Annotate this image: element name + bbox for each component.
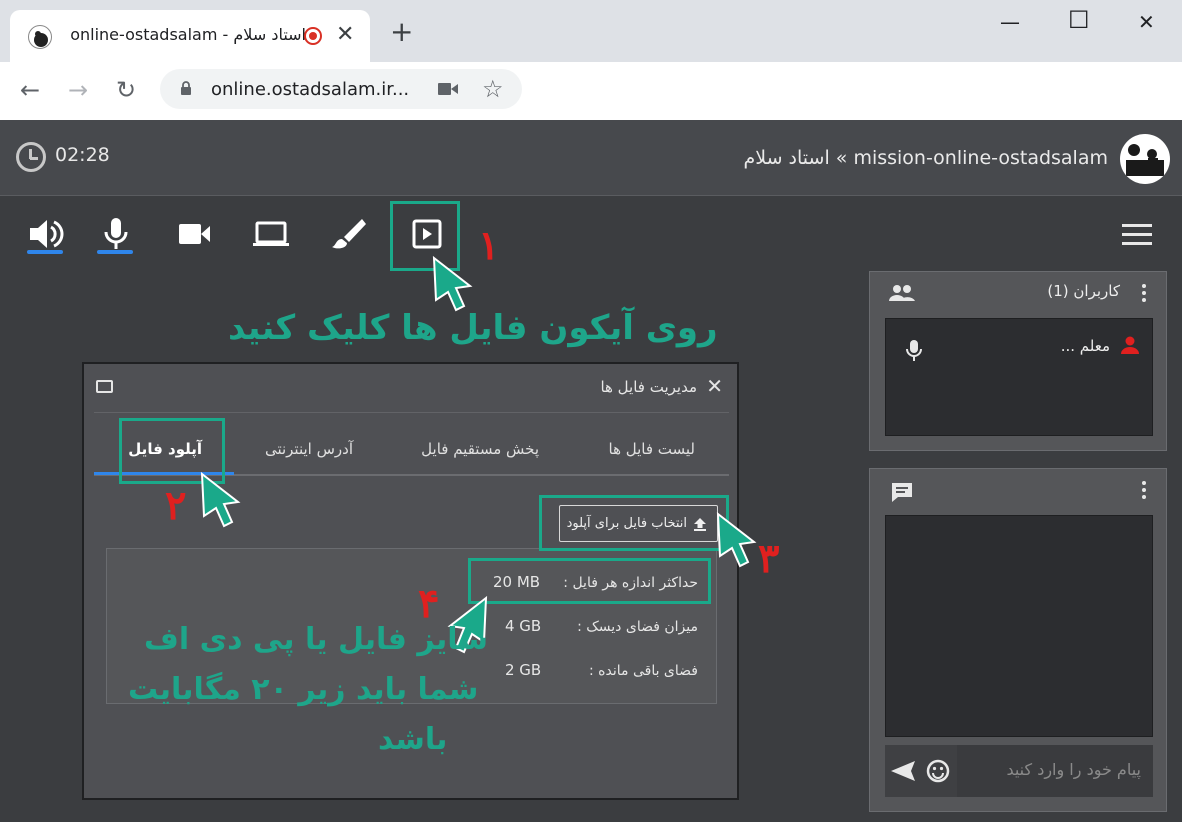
url-text: online.ostadsalam.ir... — [211, 79, 410, 100]
users-group-icon — [889, 285, 915, 301]
chat-bubble-icon — [892, 483, 912, 502]
users-panel-title: کاربران (1) — [1047, 282, 1120, 300]
users-panel-more-icon[interactable] — [1142, 284, 1146, 302]
reload-icon[interactable]: ↻ — [116, 76, 136, 104]
recording-indicator-icon — [304, 27, 322, 45]
tab-live-file[interactable]: پخش مستقیم فایل — [421, 440, 539, 458]
tab-title: استاد سلام - online-ostadsalam — [70, 25, 306, 44]
chat-input-placeholder: پیام خود را وارد کنید — [1006, 760, 1141, 779]
user-person-icon — [1121, 336, 1139, 354]
chat-panel: پیام خود را وارد کنید — [869, 468, 1167, 812]
new-tab-button[interactable]: + — [390, 18, 413, 46]
chat-message-input[interactable]: پیام خود را وارد کنید — [957, 745, 1153, 797]
speaker-active-indicator — [27, 250, 63, 254]
chat-messages — [885, 515, 1153, 737]
session-timer: 02:28 — [55, 144, 110, 166]
annotation-step-2: ۲ — [165, 482, 187, 529]
disk-space-value: 4 GB — [505, 617, 542, 635]
annotation-cursor-arrow-icon — [200, 472, 241, 528]
bookmark-star-icon[interactable]: ☆ — [482, 75, 504, 103]
annotation-cursor-arrow-icon — [432, 256, 473, 312]
chat-panel-more-icon[interactable] — [1142, 481, 1146, 499]
remaining-space-label: فضای باقی مانده : — [589, 663, 698, 679]
folder-icon — [96, 380, 113, 393]
whiteboard-brush-icon[interactable] — [328, 216, 368, 252]
speaker-icon[interactable] — [26, 216, 66, 252]
annotation-step-1-text: روی آیکون فایل ها کلیک کنید — [228, 308, 718, 348]
microphone-active-indicator — [97, 250, 133, 254]
annotation-highlight-upload-button — [539, 495, 729, 551]
app-header: 02:28 استاد سلام « mission-online-ostads… — [0, 120, 1182, 196]
user-row[interactable]: معلم ... — [886, 331, 1152, 361]
microphone-icon[interactable] — [96, 216, 136, 252]
tab-close-icon[interactable]: ✕ — [336, 22, 354, 47]
disk-space-label: میزان فضای دیسک : — [577, 619, 698, 635]
site-favicon-icon — [28, 25, 52, 49]
dialog-close-icon[interactable]: ✕ — [706, 374, 723, 398]
clock-icon — [16, 142, 46, 172]
menu-icon[interactable] — [1122, 224, 1152, 246]
lock-icon — [181, 81, 191, 95]
users-list: معلم ... — [885, 318, 1153, 436]
annotation-step-3: ۳ — [758, 535, 780, 582]
annotation-step-4-line-2: شما باید زیر ۲۰ مگابایت — [128, 672, 479, 707]
remaining-space-value: 2 GB — [505, 661, 542, 679]
omnibox[interactable]: online.ostadsalam.ir... ☆ — [160, 69, 522, 109]
annotation-cursor-arrow-icon — [716, 512, 757, 568]
chat-input-area: پیام خود را وارد کنید — [885, 745, 1153, 797]
maximize-button[interactable]: ☐ — [1068, 6, 1090, 34]
ostadsalam-logo — [1120, 134, 1170, 184]
users-panel-header: کاربران (1) — [870, 272, 1166, 312]
room-title: استاد سلام « mission-online-ostadsalam — [743, 147, 1108, 169]
screen-share-icon[interactable] — [251, 216, 291, 252]
browser-addressbar: ← → ↻ online.ostadsalam.ir... ☆ — [0, 62, 1182, 120]
annotation-step-4-line-3: باشد — [378, 722, 448, 757]
minimize-button[interactable]: — — [1000, 10, 1020, 34]
annotation-highlight-max-size — [468, 558, 711, 604]
forward-icon[interactable]: → — [68, 76, 88, 104]
annotation-step-1: ۱ — [478, 222, 500, 269]
back-icon[interactable]: ← — [20, 76, 40, 104]
tab-internet-address[interactable]: آدرس اینترنتی — [265, 440, 353, 458]
file-manager-title: مدیریت فایل ها — [600, 378, 697, 396]
send-icon[interactable] — [889, 759, 917, 783]
emoji-icon[interactable] — [925, 758, 951, 784]
user-microphone-icon[interactable] — [904, 339, 924, 363]
annotation-step-4: ۴ — [418, 580, 440, 627]
browser-tab[interactable]: استاد سلام - online-ostadsalam ✕ — [10, 10, 370, 62]
tab-file-list[interactable]: لیست فایل ها — [609, 440, 696, 458]
dialog-divider — [94, 412, 729, 413]
chat-panel-header — [870, 469, 1166, 509]
camera-icon[interactable] — [174, 216, 214, 252]
window-close-button[interactable]: ✕ — [1138, 10, 1155, 34]
user-name: معلم ... — [1060, 337, 1110, 355]
camera-in-use-icon[interactable] — [438, 82, 458, 96]
browser-tabstrip: استاد سلام - online-ostadsalam ✕ + — ☐ ✕ — [0, 0, 1182, 62]
users-panel: کاربران (1) معلم ... — [869, 271, 1167, 451]
annotation-step-4-line-1: سایز فایل یا پی دی اف — [144, 622, 489, 657]
